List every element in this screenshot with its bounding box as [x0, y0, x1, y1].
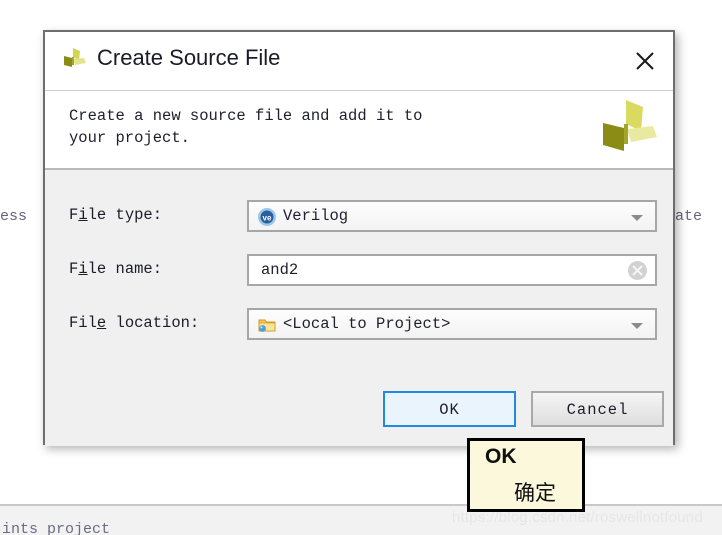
dialog-header: Create a new source file and add it to y… [45, 91, 673, 170]
form-row-file-name: File name: and2 [45, 254, 673, 286]
xilinx-logo-large-icon [595, 96, 659, 160]
svg-text:ve: ve [263, 214, 272, 223]
chevron-down-icon[interactable] [631, 215, 643, 221]
close-icon[interactable] [623, 40, 667, 82]
annotation-callout: OK 确定 [467, 438, 585, 512]
annotation-chinese-text: 确定 [514, 481, 556, 505]
dialog-body: File type: ve Verilog File name: and2 Fi… [45, 170, 673, 446]
file-location-value: <Local to Project> [283, 315, 451, 333]
dialog-description: Create a new source file and add it to y… [69, 107, 423, 147]
dialog-title: Create Source File [97, 45, 281, 70]
file-type-label: File type: [69, 206, 163, 224]
background-divider [0, 504, 722, 506]
chevron-down-icon[interactable] [631, 323, 643, 329]
ok-button[interactable]: OK [383, 391, 516, 427]
clear-icon[interactable] [628, 261, 647, 280]
file-name-label: File name: [69, 260, 163, 278]
form-row-file-location: File location: <Local to Project> [45, 308, 673, 340]
file-type-combobox[interactable]: ve Verilog [247, 200, 657, 232]
background-text-bottom: ints project [2, 521, 111, 535]
xilinx-logo-icon [59, 45, 89, 75]
create-source-file-dialog: Create Source File Create a new source f… [43, 30, 675, 446]
file-location-combobox[interactable]: <Local to Project> [247, 308, 657, 340]
file-name-input[interactable]: and2 [247, 254, 657, 286]
dialog-title-bar: Create Source File [45, 32, 673, 91]
file-type-value: Verilog [283, 207, 349, 225]
dialog-button-row: OK Cancel [45, 391, 673, 431]
file-location-label: File location: [69, 314, 200, 332]
annotation-english-text: OK [485, 445, 517, 468]
folder-icon [257, 315, 277, 335]
verilog-file-icon: ve [257, 207, 277, 227]
cancel-button[interactable]: Cancel [531, 391, 664, 427]
file-name-value: and2 [261, 261, 299, 279]
background-text-left: Press [0, 208, 28, 225]
form-row-file-type: File type: ve Verilog [45, 200, 673, 232]
